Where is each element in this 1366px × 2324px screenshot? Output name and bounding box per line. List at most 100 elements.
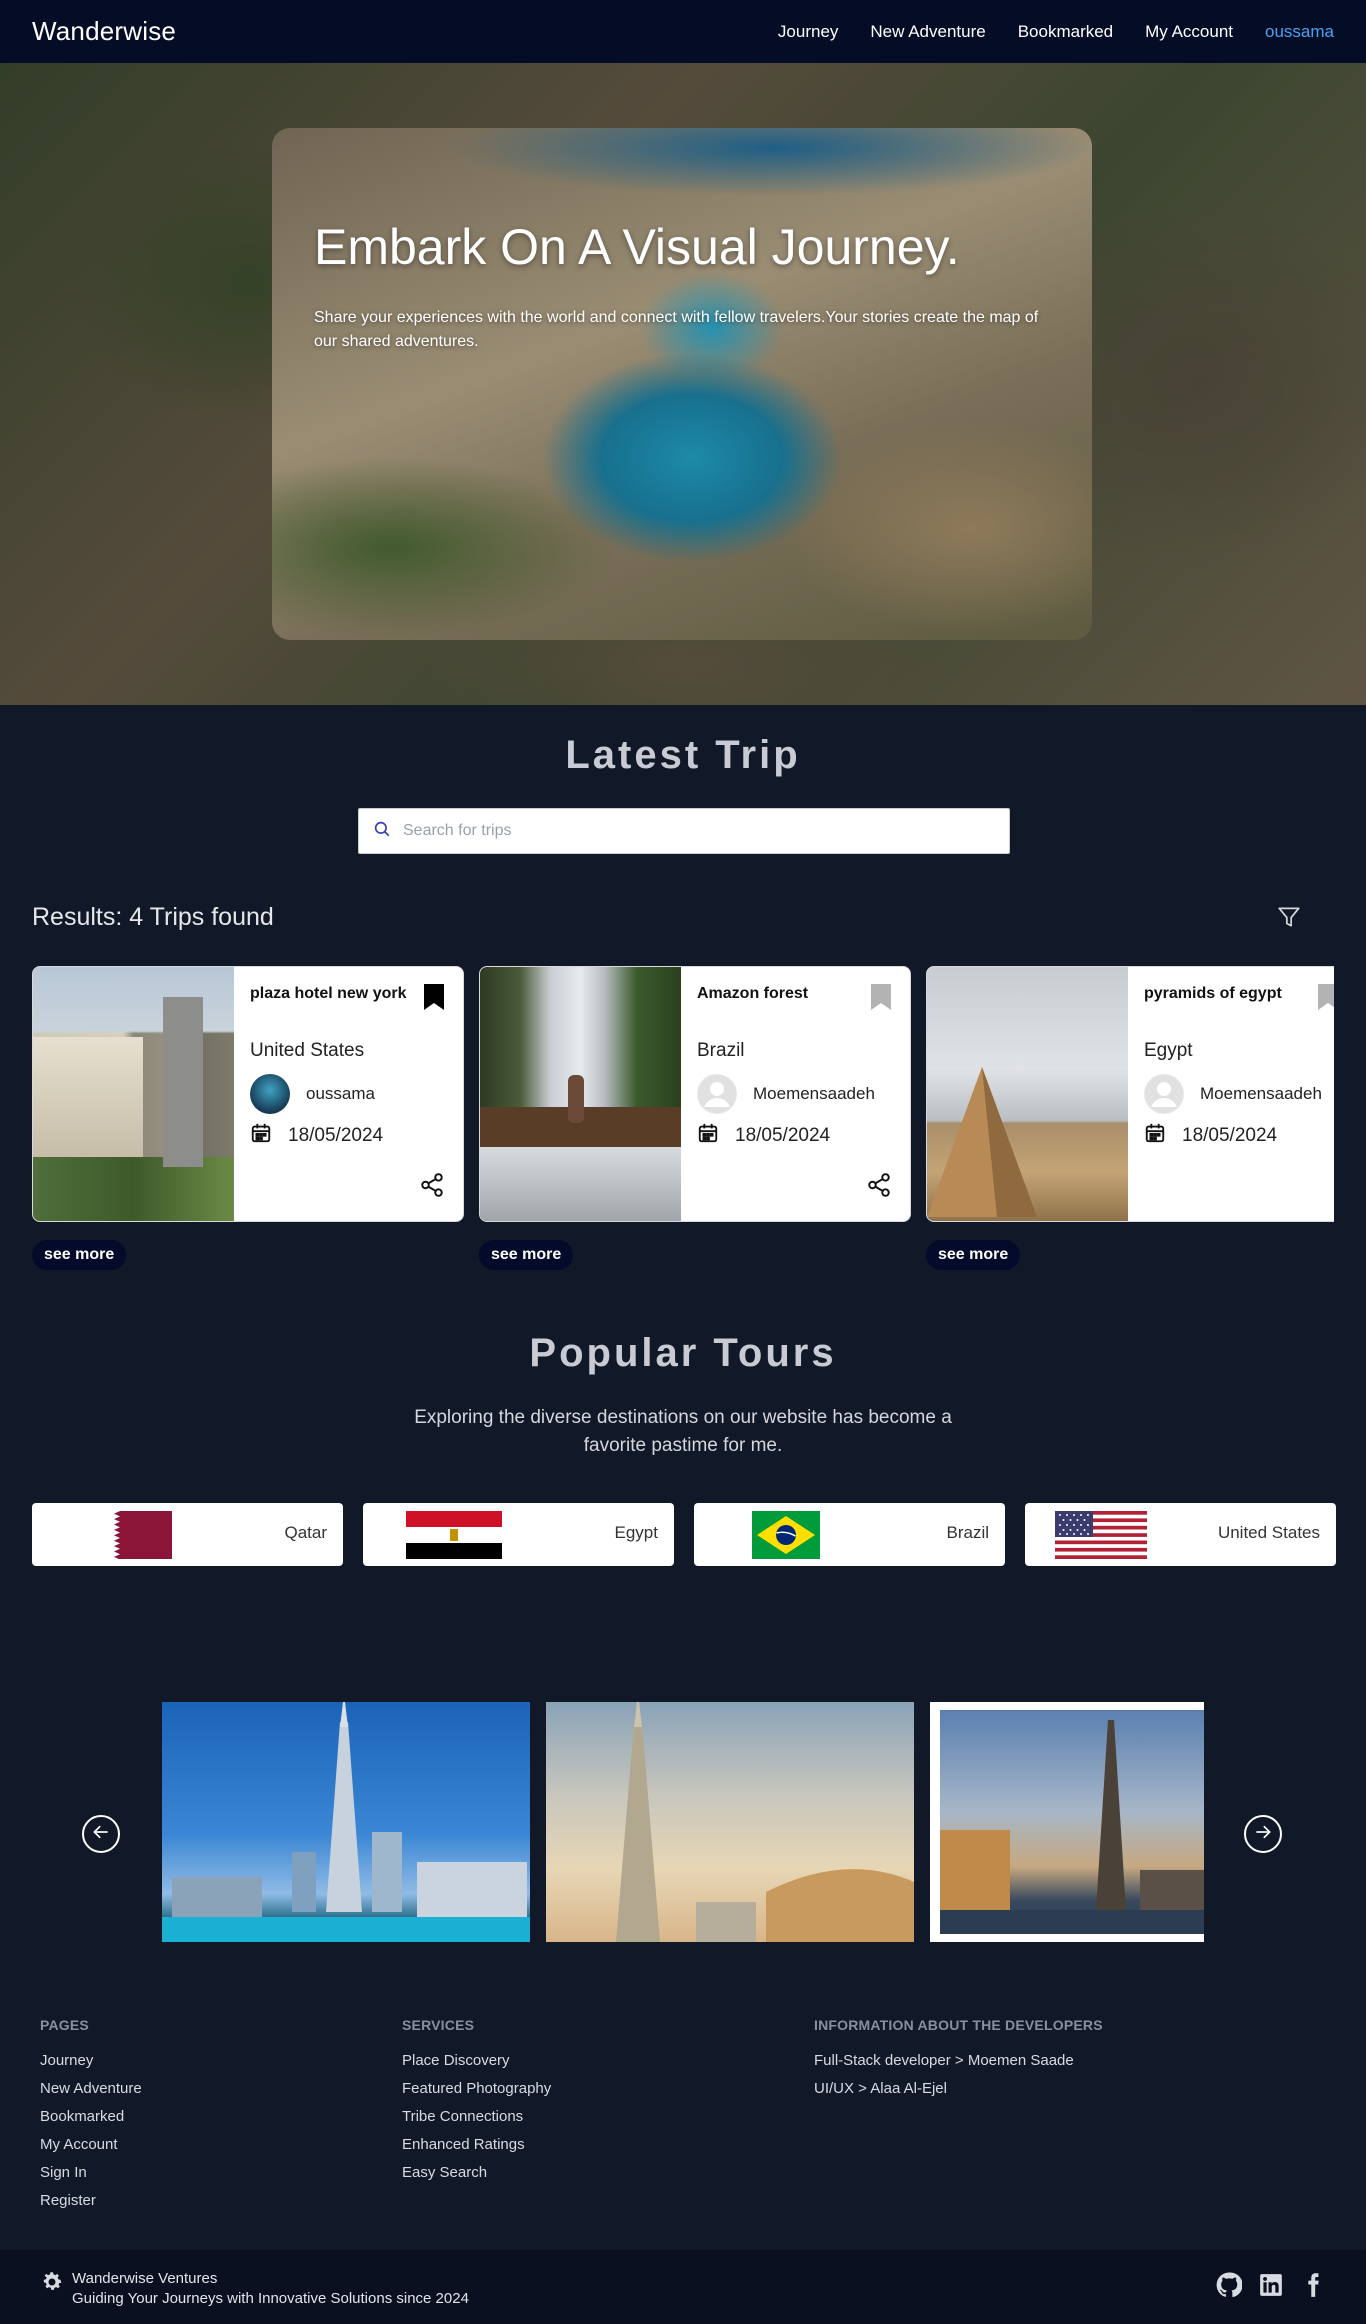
trip-date: 18/05/2024 [735,1125,831,1146]
calendar-icon [1144,1122,1182,1150]
trip-title: pyramids of egypt [1144,985,1282,1002]
country-card-brazil[interactable]: Brazil [694,1503,1005,1566]
footer-link-journey[interactable]: Journey [40,2051,142,2079]
trip-user: oussama [306,1084,375,1103]
search-icon [373,820,391,843]
facebook-icon[interactable] [1300,2272,1326,2303]
footer-bottom-bar: Wanderwise Ventures Guiding Your Journey… [0,2250,1366,2324]
github-icon[interactable] [1216,2272,1243,2303]
trip-card[interactable]: plaza hotel new york United States oussa… [32,966,464,1222]
results-count: Results: 4 Trips found [32,903,274,931]
nav-link-journey[interactable]: Journey [778,22,838,42]
carousel-slide[interactable] [162,1702,530,1942]
trip-country: United States [250,1040,365,1061]
footer-service-item[interactable]: Easy Search [402,2163,551,2191]
navbar: Wanderwise Journey New Adventure Bookmar… [0,0,1366,63]
see-more-button[interactable]: see more [32,1240,127,1270]
footer-services-heading: SERVICES [402,2017,475,2033]
carousel-slide[interactable] [546,1702,914,1942]
trip-date: 18/05/2024 [288,1125,384,1146]
country-list: Qatar Egypt Brazil United States [32,1503,1336,1566]
trip-card[interactable]: pyramids of egypt Egypt Moemensaadeh 18/… [926,966,1334,1222]
nav-link-bookmarked[interactable]: Bookmarked [1018,22,1113,42]
nav-links: Journey New Adventure Bookmarked My Acco… [778,22,1334,42]
trip-title: Amazon forest [697,985,809,1002]
footer-link-new-adventure[interactable]: New Adventure [40,2079,142,2107]
hero-text: Share your experiences with the world an… [314,309,1039,350]
footer-link-register[interactable]: Register [40,2191,142,2219]
filter-button[interactable] [1272,902,1306,936]
share-icon[interactable] [419,1172,445,1203]
share-icon[interactable] [866,1172,892,1203]
footer-developer-item: Full-Stack developer > Moemen Saade [814,2052,1074,2069]
nav-user[interactable]: oussama [1265,22,1334,42]
nav-link-my-account[interactable]: My Account [1145,22,1233,42]
brand-logo[interactable]: Wanderwise [32,16,176,47]
trip-cards: plaza hotel new york United States oussa… [32,966,1334,1226]
footer-developer-item: UI/UX > Alaa Al-Ejel [814,2080,947,2097]
brazil-flag-icon [752,1511,820,1564]
country-name: Qatar [284,1523,327,1542]
country-card-qatar[interactable]: Qatar [32,1503,343,1566]
popular-tours-text: Exploring the diverse destinations on ou… [414,1407,952,1456]
hero-title: Embark On A Visual Journey. [314,219,960,275]
trip-title: plaza hotel new york [250,985,407,1002]
search-bar[interactable] [358,808,1010,854]
avatar [697,1074,737,1114]
country-name: United States [1217,1523,1320,1542]
carousel-slide[interactable] [930,1702,1204,1942]
footer-pages-heading: PAGES [40,2017,89,2033]
footer-tagline: Guiding Your Journeys with Innovative So… [72,2290,469,2307]
trip-user: Moemensaadeh [1200,1084,1322,1103]
footer-link-bookmarked[interactable]: Bookmarked [40,2107,142,2135]
footer-service-item[interactable]: Featured Photography [402,2079,551,2107]
nav-link-new-adventure[interactable]: New Adventure [870,22,985,42]
popular-tours-title: Popular Tours [529,1331,837,1375]
footer-link-my-account[interactable]: My Account [40,2135,142,2163]
bookmark-icon[interactable] [1317,983,1334,1016]
footer-service-item[interactable]: Tribe Connections [402,2107,551,2135]
trip-date: 18/05/2024 [1182,1125,1278,1146]
footer-service-item[interactable]: Place Discovery [402,2051,551,2079]
country-card-united-states[interactable]: United States [1025,1503,1336,1566]
arrow-left-icon [91,1822,111,1847]
filter-icon [1276,904,1302,935]
calendar-icon [250,1122,288,1150]
see-more-button[interactable]: see more [926,1240,1021,1270]
trip-photo [480,967,681,1221]
avatar [250,1074,290,1114]
carousel-prev-button[interactable] [82,1815,120,1853]
linkedin-icon[interactable] [1258,2272,1284,2303]
carousel-next-button[interactable] [1244,1815,1282,1853]
hero-section: Embark On A Visual Journey. Share your e… [0,63,1366,705]
bookmark-icon[interactable] [870,983,892,1016]
social-links [1216,2272,1326,2303]
trip-country: Egypt [1144,1040,1193,1061]
footer-developers-heading: INFORMATION ABOUT THE DEVELOPERS [814,2017,1103,2033]
usa-flag-icon [1055,1511,1147,1564]
trip-photo [927,967,1128,1221]
footer-service-item[interactable]: Enhanced Ratings [402,2135,551,2163]
see-more-button[interactable]: see more [479,1240,574,1270]
avatar [1144,1074,1184,1114]
footer-developers-list: Full-Stack developer > Moemen Saade UI/U… [814,2051,1074,2107]
footer-pages-list: Journey New Adventure Bookmarked My Acco… [40,2051,142,2219]
hero-image-card: Embark On A Visual Journey. Share your e… [272,128,1092,640]
calendar-icon [697,1122,735,1150]
trip-country: Brazil [697,1040,745,1061]
footer-link-sign-in[interactable]: Sign In [40,2163,142,2191]
arrow-right-icon [1253,1822,1273,1847]
country-card-egypt[interactable]: Egypt [363,1503,674,1566]
country-name: Egypt [614,1523,658,1542]
footer-services-list: Place Discovery Featured Photography Tri… [402,2051,551,2191]
bookmark-icon[interactable] [423,983,445,1016]
search-input[interactable] [403,822,963,840]
latest-trip-title: Latest Trip [565,733,801,777]
footer-company-name: Wanderwise Ventures [72,2270,218,2287]
country-name: Brazil [946,1523,989,1542]
trip-card[interactable]: Amazon forest Brazil Moemensaadeh 18/05/… [479,966,911,1222]
egypt-flag-icon [406,1511,502,1564]
qatar-flag-icon [104,1511,172,1564]
trip-photo [33,967,234,1221]
trip-user: Moemensaadeh [753,1084,875,1103]
